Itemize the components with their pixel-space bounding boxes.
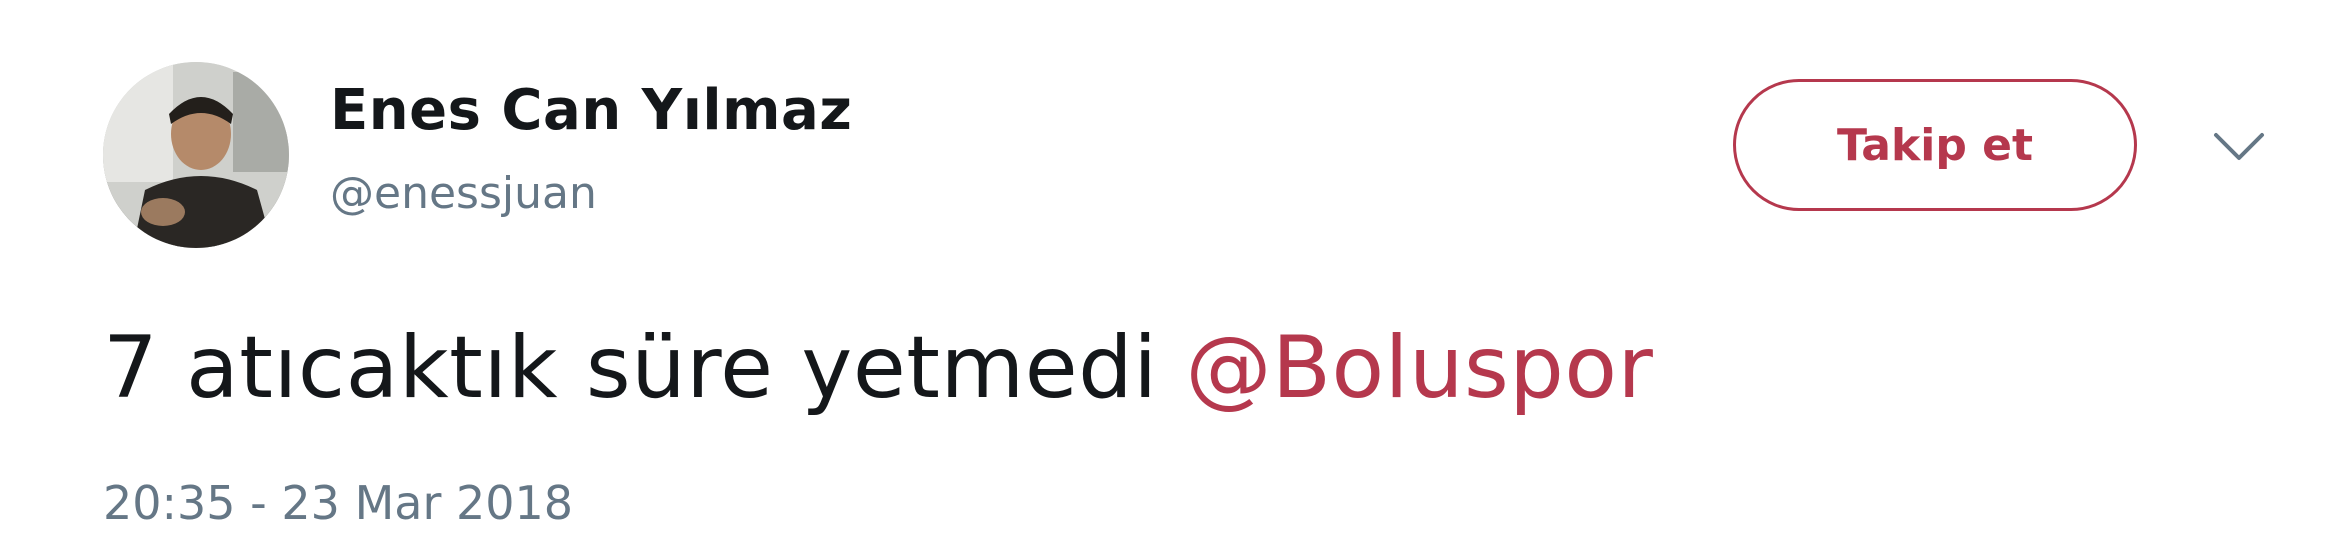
- tweet-text: 7 atıcaktık süre yetmedi @Boluspor: [103, 318, 1653, 418]
- tweet-body: 7 atıcaktık süre yetmedi: [103, 318, 1158, 418]
- avatar-photo: [103, 62, 289, 248]
- chevron-down-icon[interactable]: [2212, 130, 2266, 164]
- avatar[interactable]: [103, 62, 289, 248]
- follow-button-label: Takip et: [1836, 119, 2034, 171]
- author-username[interactable]: @enessjuan: [330, 168, 597, 219]
- follow-button[interactable]: Takip et: [1733, 79, 2137, 211]
- tweet-timestamp[interactable]: 20:35 - 23 Mar 2018: [103, 476, 573, 530]
- author-display-name[interactable]: Enes Can Yılmaz: [330, 78, 852, 143]
- mention-link[interactable]: @Boluspor: [1185, 318, 1653, 418]
- tweet-card: Enes Can Yılmaz @enessjuan Takip et 7 at…: [0, 0, 2342, 555]
